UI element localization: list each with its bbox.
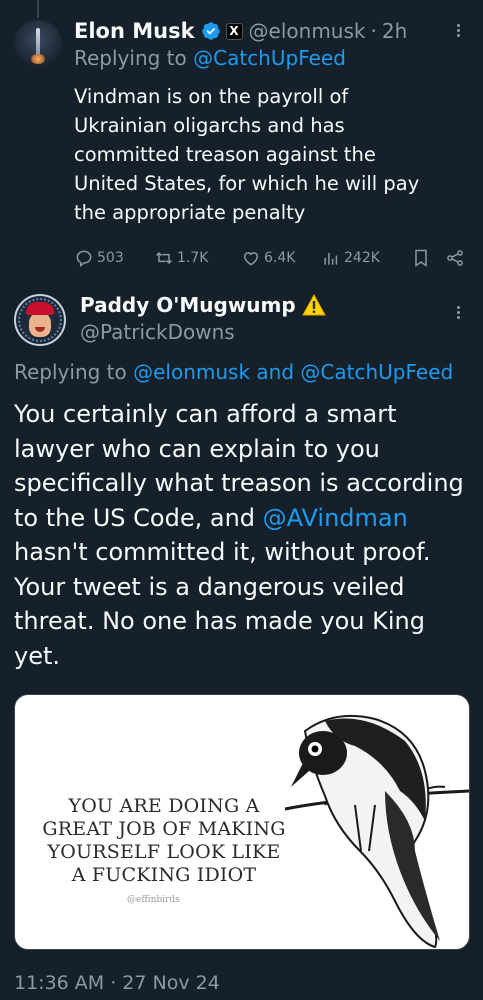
mention-link[interactable]: @elonmusk: [133, 360, 250, 384]
mention-link[interactable]: @AVindman: [263, 504, 408, 532]
media-image[interactable]: YOU ARE DOING A GREAT JOB OF MAKING YOUR…: [14, 694, 470, 950]
avatar[interactable]: [14, 20, 62, 68]
tweet-text-line: the appropriate penalty: [74, 201, 306, 224]
author-name[interactable]: Paddy O'Mugwump: [80, 293, 296, 317]
tweet-text-line: yet.: [14, 641, 61, 670]
views-icon: [324, 253, 338, 265]
bookmark-icon: [415, 249, 427, 267]
more-icon[interactable]: [453, 304, 463, 324]
like-icon: [243, 252, 259, 266]
separator: ·: [370, 19, 377, 43]
tweet-text-line: Your tweet is a dangerous veiled: [14, 572, 405, 601]
tweet-text-line: threat. No one has made you King: [14, 607, 425, 635]
author-handle[interactable]: @elonmusk: [249, 19, 366, 43]
media-credit: @effinbirds: [127, 895, 180, 905]
mention-and[interactable]: and: [256, 360, 294, 384]
tweet-text: Vindman is on the payroll of Ukrainian o…: [74, 82, 474, 227]
bookmark-button[interactable]: [411, 248, 445, 268]
tweet-text-segment: to the US Code, and: [14, 503, 263, 532]
reply-icon: [76, 250, 92, 267]
like-button[interactable]: 6.4K: [241, 248, 321, 268]
views-button[interactable]: 242K: [321, 248, 411, 268]
share-icon: [447, 250, 463, 266]
replying-to: Replying to @elonmusk and @CatchUpFeed: [14, 360, 483, 384]
repost-button[interactable]: 1.7K: [154, 248, 241, 268]
verified-badge-icon: [201, 22, 220, 40]
replying-prefix: Replying to: [14, 360, 127, 384]
author-name[interactable]: Elon Musk: [74, 19, 195, 43]
tweet-text-line: specifically what treason is according: [14, 469, 464, 497]
action-bar: 503 1.7K 6.4K 242K: [74, 244, 469, 272]
author-handle[interactable]: @PatrickDowns: [80, 320, 235, 344]
tweet-text-line: hasn't committed it, without proof.: [14, 538, 431, 566]
replying-prefix: Replying to: [74, 46, 187, 70]
tweet-time[interactable]: 2h: [382, 19, 407, 43]
more-icon[interactable]: [453, 22, 463, 42]
repost-icon: [155, 251, 173, 265]
mention-link[interactable]: @CatchUpFeed: [193, 46, 346, 70]
tweet-header: Elon Musk X @elonmusk · 2h: [74, 16, 407, 46]
avatar[interactable]: [14, 294, 66, 346]
reply-button[interactable]: 503: [74, 248, 154, 268]
like-count: 6.4K: [264, 250, 296, 266]
bird-illustration: [284, 714, 469, 949]
share-button[interactable]: [445, 248, 469, 268]
mention-link[interactable]: @CatchUpFeed: [300, 360, 453, 384]
tweet-timestamp[interactable]: 11:36 AM · 27 Nov 24: [14, 972, 220, 994]
reply-count: 503: [97, 250, 124, 266]
tweet-text-line: United States, for which he will pay: [74, 172, 420, 195]
warning-icon: [301, 294, 326, 316]
x-badge-icon: X: [225, 22, 243, 40]
tweet-text-line: Vindman is on the payroll of: [74, 85, 349, 108]
replying-to: Replying to @CatchUpFeed: [74, 46, 346, 70]
tweet-text: You certainly can afford a smart lawyer …: [14, 397, 479, 673]
view-count: 242K: [344, 250, 380, 266]
tweet-text-line: lawyer who can explain to you: [14, 434, 380, 463]
repost-count: 1.7K: [177, 250, 209, 266]
tweet-text-line: You certainly can afford a smart: [14, 400, 397, 428]
tweet-text-line: to the US Code, and @AVindman: [14, 501, 479, 536]
tweet-text-line: Ukrainian oligarchs and has: [74, 114, 345, 137]
tweet-header: Paddy O'Mugwump: [80, 291, 326, 319]
tweet-text-line: committed treason against the: [74, 143, 376, 166]
tweet-elonmusk[interactable]: Elon Musk X @elonmusk · 2h Replying to @…: [0, 0, 483, 290]
